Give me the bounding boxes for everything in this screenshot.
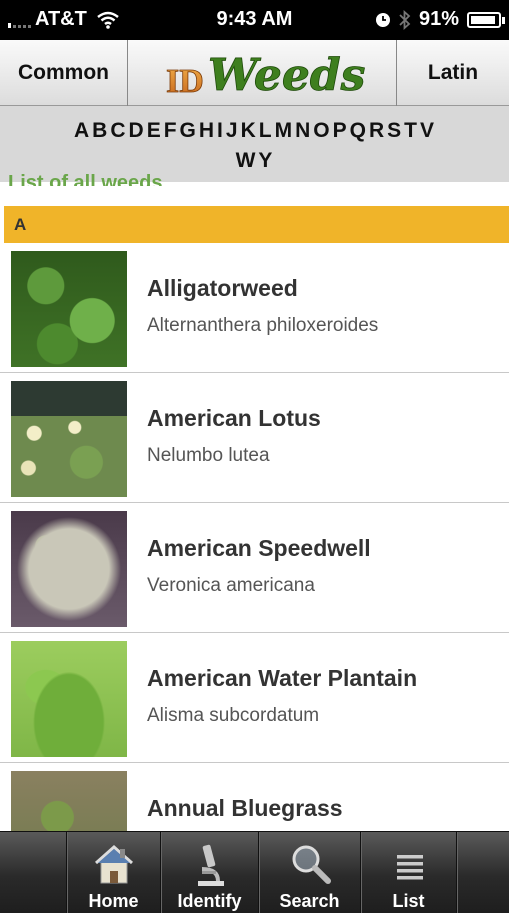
alphabet-letter[interactable]: B [92, 116, 108, 146]
tab-search-label: Search [279, 891, 340, 911]
weed-common-name: Annual Bluegrass [147, 795, 343, 821]
alphabet-letter[interactable]: Y [258, 146, 273, 176]
weed-thumbnail [11, 251, 127, 367]
common-sort-button[interactable]: Common [0, 40, 128, 106]
alphabet-letter[interactable]: V [420, 116, 435, 146]
tab-home-label: Home [88, 891, 139, 911]
alphabet-letter[interactable]: M [275, 116, 294, 146]
alphabet-letter[interactable]: S [387, 116, 402, 146]
microscope-icon [197, 844, 224, 886]
list-icon [396, 855, 423, 880]
section-header: A [4, 206, 509, 243]
tab-search[interactable]: Search [259, 832, 360, 913]
logo-text: Weeds [208, 50, 365, 101]
tab-list-label: List [392, 891, 425, 911]
alphabet-letter[interactable]: C [110, 116, 126, 146]
weed-thumbnail [11, 511, 127, 627]
logo-prefix: ID [166, 63, 204, 100]
alphabet-letter[interactable]: I [217, 116, 224, 146]
battery-icon [467, 11, 505, 28]
weed-latin-name: Nelumbo lutea [147, 445, 270, 466]
alphabet-letter[interactable]: D [129, 116, 145, 146]
alphabet-letter[interactable]: P [333, 116, 348, 146]
app-logo: ID Weeds [128, 40, 396, 106]
tab-home[interactable]: Home [67, 832, 160, 913]
alphabet-letter[interactable]: J [226, 116, 239, 146]
tab-identify[interactable]: Identify [161, 832, 258, 913]
weed-common-name: American Speedwell [147, 535, 371, 561]
weed-common-name: American Water Plantain [147, 665, 418, 691]
alphabet-letter[interactable]: N [295, 116, 311, 146]
tab-bar: Home Identify Search List [0, 831, 509, 913]
list-item[interactable]: American Speedwell Veronica americana [0, 503, 509, 633]
magnifier-icon [292, 845, 331, 884]
alphabet-letter[interactable]: W [236, 146, 257, 176]
alphabet-letter[interactable]: H [199, 116, 215, 146]
battery-percent: 91% [418, 8, 459, 30]
home-icon [94, 844, 133, 884]
alphabet-letter[interactable]: O [313, 116, 330, 146]
weed-latin-name: Alisma subcordatum [147, 705, 320, 726]
weed-thumbnail [11, 641, 127, 757]
alphabet-letter[interactable]: A [74, 116, 90, 146]
bluetooth-icon [399, 9, 411, 30]
status-bar: AT&T 9:43 AM 91% [0, 0, 509, 40]
alphabet-letter[interactable]: K [241, 116, 257, 146]
weed-common-name: Alligatorweed [147, 275, 298, 301]
list-item[interactable]: American Lotus Nelumbo lutea [0, 373, 509, 503]
tab-list[interactable]: List [361, 832, 456, 913]
list-item[interactable]: Alligatorweed Alternanthera philoxeroide… [0, 243, 509, 373]
weed-latin-name: Veronica americana [147, 575, 315, 596]
weed-thumbnail [11, 381, 127, 497]
alphabet-letter[interactable]: F [164, 116, 178, 146]
alphabet-letter[interactable]: E [147, 116, 162, 146]
alphabet-letter[interactable]: Q [350, 116, 367, 146]
weed-latin-name: Alternanthera philoxeroides [147, 315, 379, 336]
alarm-icon [375, 12, 390, 27]
latin-sort-button[interactable]: Latin [396, 40, 509, 106]
list-item[interactable]: American Water Plantain Alisma subcordat… [0, 633, 509, 763]
status-right: 91% [375, 8, 505, 31]
alphabet-letter[interactable]: T [404, 116, 418, 146]
alphabet-letter[interactable]: G [180, 116, 197, 146]
nav-bar: Common ID Weeds Latin [0, 40, 509, 106]
weed-common-name: American Lotus [147, 405, 321, 431]
alphabet-letter[interactable]: L [259, 116, 273, 146]
alphabet-letter[interactable]: R [369, 116, 385, 146]
tab-identify-label: Identify [177, 891, 242, 911]
list-title: List of all weeds [8, 172, 163, 186]
